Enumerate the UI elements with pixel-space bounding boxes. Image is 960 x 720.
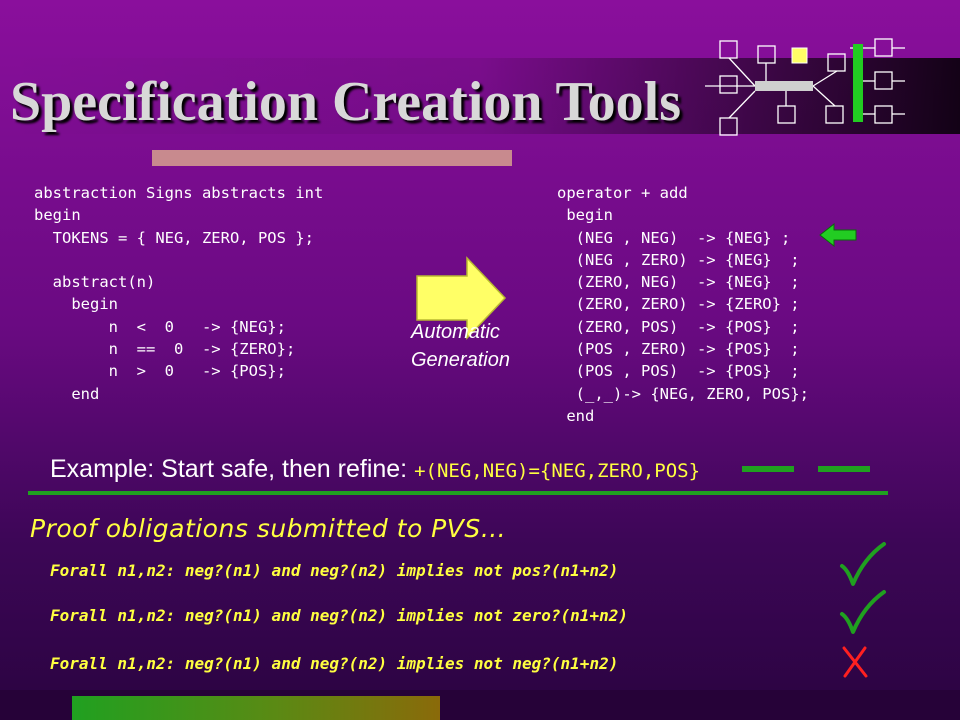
x-icon (842, 646, 868, 678)
proof-obligation-2: Forall n1,n2: neg?(n1) and neg?(n2) impl… (50, 606, 628, 625)
operator-code-block: operator + add begin (NEG , NEG) -> {NEG… (557, 184, 809, 425)
strike-pos (818, 466, 870, 472)
example-code: +(NEG,NEG)={NEG,ZERO,POS} (414, 460, 701, 482)
section-divider (28, 491, 888, 495)
title-underline (152, 150, 512, 166)
abstraction-code-block: abstraction Signs abstracts int begin TO… (34, 184, 324, 403)
strike-zero (742, 466, 794, 472)
circuit-logo-icon (705, 38, 905, 136)
example-line: Example: Start safe, then refine: +(NEG,… (50, 455, 700, 484)
proof-heading: Proof obligations submitted to PVS… (30, 514, 507, 543)
example-text: Example: Start safe, then refine: (50, 455, 415, 483)
proof-obligation-1: Forall n1,n2: neg?(n1) and neg?(n2) impl… (50, 561, 619, 580)
check-icon (840, 542, 886, 586)
slide-title: Specification Creation Tools (10, 71, 682, 133)
bottom-accent-bar (72, 696, 440, 720)
check-icon (840, 590, 886, 634)
left-arrow-icon (819, 222, 857, 248)
proof-obligation-3: Forall n1,n2: neg?(n1) and neg?(n2) impl… (50, 654, 619, 673)
automatic-generation-label: Automatic Generation (411, 321, 510, 371)
